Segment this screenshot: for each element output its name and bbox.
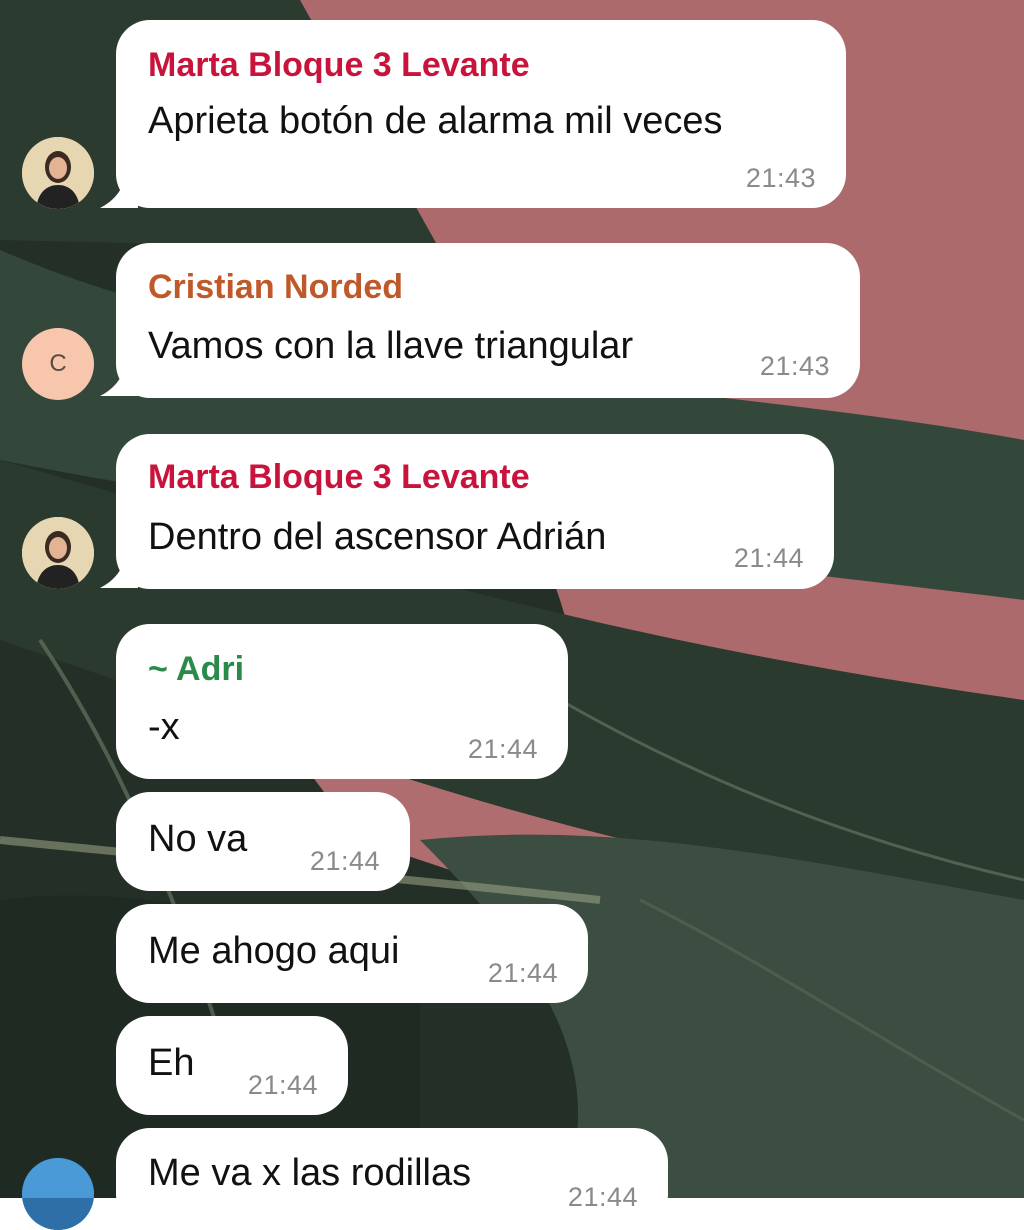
message-time: 21:43: [759, 351, 830, 381]
message-time: 21:44: [309, 846, 380, 876]
message-text: Dentro del ascensor Adrián: [148, 516, 607, 558]
message-text: Me ahogo aqui: [148, 930, 400, 972]
message-bubble[interactable]: Cristian Norded Vamos con la llave trian…: [116, 243, 860, 398]
avatar-photo-icon: [22, 517, 94, 589]
avatar-photo-icon: [22, 137, 94, 209]
sender-name[interactable]: Marta Bloque 3 Levante: [148, 46, 530, 85]
message-time: 21:44: [467, 734, 538, 764]
avatar[interactable]: [22, 1158, 94, 1230]
message-text: Vamos con la llave triangular: [148, 325, 634, 367]
message-time: 21:44: [247, 1070, 318, 1100]
message-bubble[interactable]: No va 21:44: [116, 792, 410, 891]
message-text: Eh: [148, 1042, 195, 1084]
sender-name[interactable]: Marta Bloque 3 Levante: [148, 458, 530, 497]
message-time: 21:44: [487, 958, 558, 988]
sender-name[interactable]: Cristian Norded: [148, 268, 403, 307]
message-bubble[interactable]: Eh 21:44: [116, 1016, 348, 1115]
message-bubble[interactable]: Marta Bloque 3 Levante Aprieta botón de …: [116, 20, 846, 208]
message-bubble[interactable]: Me va x las rodillas 21:44: [116, 1128, 668, 1228]
message-bubble[interactable]: Me ahogo aqui 21:44: [116, 904, 588, 1003]
avatar-letter: C: [49, 350, 67, 377]
message-text: Aprieta botón de alarma mil veces: [148, 100, 723, 142]
message-text: -x: [148, 706, 180, 748]
message-time: 21:44: [733, 543, 804, 573]
avatar[interactable]: [22, 517, 94, 589]
message-text: Me va x las rodillas: [148, 1152, 472, 1194]
avatar[interactable]: C: [22, 328, 94, 400]
avatar[interactable]: [22, 137, 94, 209]
message-bubble[interactable]: Marta Bloque 3 Levante Dentro del ascens…: [116, 434, 834, 589]
message-bubble[interactable]: ~ Adri -x 21:44: [116, 624, 568, 779]
avatar-photo-icon: [22, 1158, 94, 1230]
message-text: No va: [148, 818, 248, 860]
message-time: 21:43: [745, 163, 816, 193]
sender-name[interactable]: ~ Adri: [148, 650, 244, 689]
